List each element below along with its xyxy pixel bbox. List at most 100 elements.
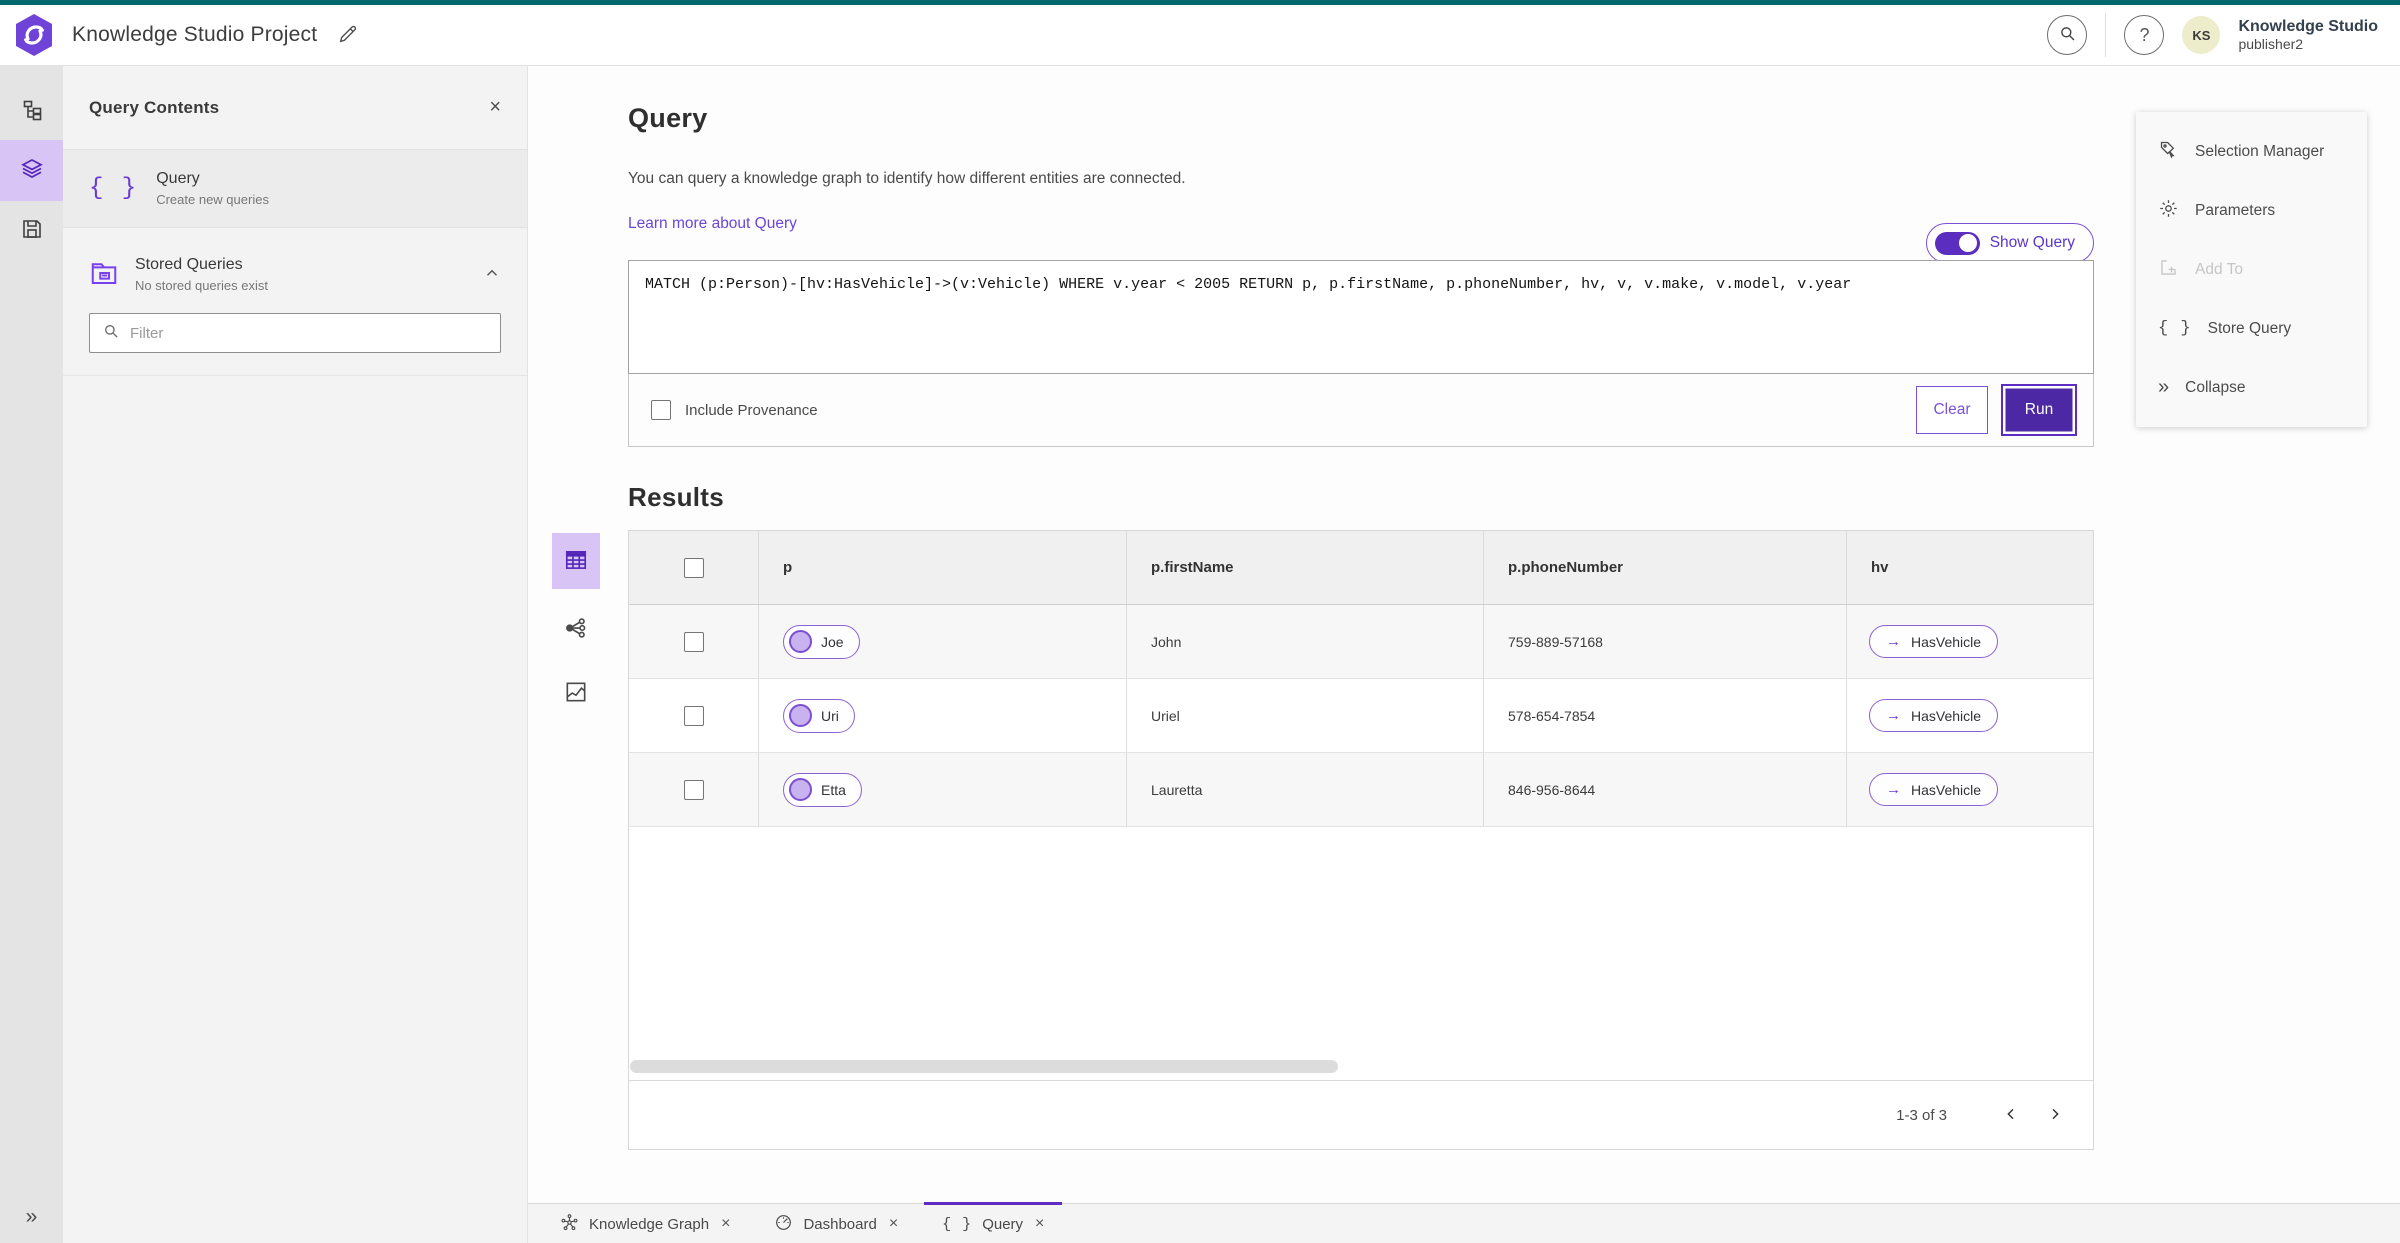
relationship-label: HasVehicle bbox=[1911, 707, 1982, 724]
panel-title: Query Contents bbox=[89, 97, 220, 117]
show-query-label: Show Query bbox=[1989, 234, 2075, 251]
view-mode-link-chart[interactable] bbox=[552, 605, 600, 653]
row-checkbox[interactable] bbox=[683, 705, 704, 726]
page-title: Query bbox=[628, 103, 708, 133]
table-header-row: p p.firstName p.phoneNumber hv bbox=[629, 531, 2093, 605]
layers-icon bbox=[20, 157, 44, 184]
relationship-pill[interactable]: → HasVehicle bbox=[1869, 773, 1999, 806]
show-query-toggle[interactable]: Show Query bbox=[1925, 223, 2094, 263]
filter-field[interactable] bbox=[89, 313, 501, 353]
relationship-pill[interactable]: → HasVehicle bbox=[1869, 625, 1999, 658]
results-title: Results bbox=[628, 482, 725, 512]
search-button[interactable] bbox=[2047, 15, 2088, 55]
row-checkbox[interactable] bbox=[683, 631, 704, 652]
stored-queries-header[interactable]: Stored Queries No stored queries exist bbox=[89, 256, 501, 293]
relationship-pill[interactable]: → HasVehicle bbox=[1869, 699, 1999, 732]
action-label: Parameters bbox=[2195, 201, 2276, 219]
arrow-right-icon: → bbox=[1886, 633, 1901, 650]
query-contents-panel: Query Contents × { } Query Create new qu… bbox=[63, 66, 528, 1243]
stored-queries-subtitle: No stored queries exist bbox=[135, 278, 268, 293]
pagination-label: 1-3 of 3 bbox=[1896, 1106, 1947, 1124]
tab-query[interactable]: { } Query × bbox=[924, 1202, 1063, 1243]
relationship-cell: → HasVehicle bbox=[1846, 679, 2093, 752]
header-divider bbox=[2105, 13, 2107, 57]
entity-pill[interactable]: Etta bbox=[783, 772, 862, 807]
column-header-phonenumber[interactable]: p.phoneNumber bbox=[1484, 559, 1623, 576]
action-store-query[interactable]: { } Store Query bbox=[2136, 299, 2367, 358]
panel-close-button[interactable]: × bbox=[489, 96, 501, 119]
braces-icon: { } bbox=[2158, 319, 2192, 338]
query-actions-panel: Selection Manager Parameters Add To { } Stor… bbox=[2136, 112, 2367, 427]
rail-item-save[interactable] bbox=[0, 201, 63, 259]
column-header-p[interactable]: p bbox=[759, 559, 792, 576]
entity-pill[interactable]: Uri bbox=[783, 698, 855, 733]
results-view-toolbar bbox=[552, 533, 600, 717]
entity-node-icon bbox=[789, 704, 812, 727]
stored-queries-collapse-button[interactable] bbox=[483, 264, 501, 285]
select-all-checkbox[interactable] bbox=[683, 557, 704, 578]
firstname-cell: Uriel bbox=[1126, 679, 1483, 752]
row-checkbox-cell bbox=[629, 779, 758, 800]
action-selection-manager[interactable]: Selection Manager bbox=[2136, 122, 2367, 181]
double-chevron-right-icon: » bbox=[2158, 376, 2170, 398]
learn-more-link[interactable]: Learn more about Query bbox=[628, 215, 797, 233]
user-info[interactable]: Knowledge Studio publisher2 bbox=[2238, 17, 2378, 53]
firstname-cell: Lauretta bbox=[1126, 753, 1483, 826]
add-to-icon bbox=[2158, 257, 2179, 283]
relationship-cell: → HasVehicle bbox=[1846, 753, 2093, 826]
relationship-label: HasVehicle bbox=[1911, 781, 1982, 798]
rail-item-hierarchy[interactable] bbox=[0, 82, 63, 140]
row-checkbox[interactable] bbox=[683, 779, 704, 800]
phone-cell: 578-654-7854 bbox=[1483, 679, 1846, 752]
rail-expand-button[interactable]: » bbox=[0, 1205, 63, 1229]
entity-cell: Uri bbox=[758, 679, 1126, 752]
entity-node-icon bbox=[789, 630, 812, 653]
action-collapse[interactable]: » Collapse bbox=[2136, 358, 2367, 417]
view-mode-map[interactable] bbox=[552, 669, 600, 717]
column-header-hv[interactable]: hv bbox=[1847, 559, 1889, 576]
knowledge-graph-icon bbox=[560, 1213, 579, 1236]
tab-label: Query bbox=[982, 1215, 1024, 1233]
table-grid-icon bbox=[563, 547, 589, 576]
clear-button[interactable]: Clear bbox=[1916, 386, 1988, 434]
search-icon bbox=[102, 322, 120, 345]
include-provenance-checkbox[interactable] bbox=[651, 400, 671, 420]
tab-dashboard[interactable]: Dashboard × bbox=[756, 1202, 916, 1243]
tab-knowledge-graph[interactable]: Knowledge Graph × bbox=[542, 1202, 748, 1243]
action-label: Collapse bbox=[2185, 378, 2246, 396]
user-avatar[interactable]: KS bbox=[2182, 16, 2221, 54]
relationship-label: HasVehicle bbox=[1911, 633, 1982, 650]
pencil-icon bbox=[337, 23, 359, 48]
table-body: Joe John 759-889-57168 → HasVehicle Uri Uriel 5… bbox=[629, 605, 2093, 827]
tab-close-icon[interactable]: × bbox=[889, 1215, 898, 1233]
search-icon bbox=[2058, 24, 2077, 46]
edit-title-button[interactable] bbox=[333, 20, 363, 50]
user-role: publisher2 bbox=[2238, 36, 2304, 53]
query-item-title: Query bbox=[156, 170, 200, 187]
horizontal-scrollbar[interactable] bbox=[630, 1060, 1338, 1073]
help-button[interactable]: ? bbox=[2124, 15, 2165, 55]
gauge-icon bbox=[774, 1213, 793, 1236]
column-header-firstname[interactable]: p.firstName bbox=[1127, 559, 1234, 576]
view-mode-table-grid[interactable] bbox=[552, 533, 600, 589]
tab-close-icon[interactable]: × bbox=[721, 1215, 730, 1233]
user-name: Knowledge Studio bbox=[2238, 18, 2378, 35]
chevron-up-icon bbox=[483, 269, 501, 285]
tab-close-icon[interactable]: × bbox=[1035, 1215, 1044, 1233]
rail-item-layers[interactable] bbox=[0, 140, 63, 201]
action-label: Selection Manager bbox=[2195, 142, 2325, 160]
query-textarea[interactable]: MATCH (p:Person)-[hv:HasVehicle]->(v:Veh… bbox=[628, 260, 2094, 374]
query-item[interactable]: { } Query Create new queries bbox=[63, 150, 527, 228]
entity-pill[interactable]: Joe bbox=[783, 624, 860, 659]
next-page-button[interactable] bbox=[2033, 1100, 2077, 1130]
phone-cell: 759-889-57168 bbox=[1483, 605, 1846, 678]
chevron-right-icon bbox=[2047, 1106, 2063, 1125]
question-icon: ? bbox=[2139, 24, 2150, 45]
entity-label: Uri bbox=[821, 707, 839, 724]
filter-input[interactable] bbox=[130, 324, 488, 342]
run-button[interactable]: Run bbox=[2001, 384, 2077, 436]
app-header: Knowledge Studio Project ? KS Knowledge … bbox=[0, 5, 2400, 66]
previous-page-button[interactable] bbox=[1989, 1100, 2033, 1130]
entity-node-icon bbox=[789, 778, 812, 801]
action-parameters[interactable]: Parameters bbox=[2136, 181, 2367, 240]
